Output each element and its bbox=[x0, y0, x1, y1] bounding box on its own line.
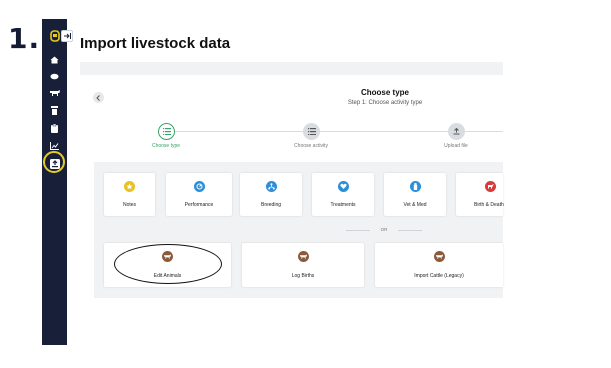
wizard-subtitle: Step 1: Choose activity type bbox=[347, 100, 423, 106]
wizard-title: Choose type bbox=[360, 88, 409, 97]
cattle-icon bbox=[433, 251, 445, 262]
tile-label: Log Births bbox=[291, 273, 315, 279]
step-upload-file[interactable] bbox=[448, 123, 465, 140]
herd-icon[interactable] bbox=[42, 69, 67, 83]
import-highlight-circle bbox=[43, 151, 65, 173]
bin-icon[interactable] bbox=[42, 103, 67, 117]
tile-label: Birth & Death bbox=[474, 202, 504, 208]
step-choose-type[interactable] bbox=[158, 123, 175, 140]
cattle-icon bbox=[297, 251, 309, 262]
bottle-icon bbox=[409, 181, 421, 192]
heart-icon bbox=[337, 181, 349, 192]
cross-icon bbox=[484, 181, 496, 192]
divider-line bbox=[398, 230, 422, 231]
star-icon bbox=[124, 181, 135, 192]
clipboard-icon[interactable] bbox=[42, 121, 67, 135]
page-title: Import livestock data bbox=[80, 35, 231, 52]
divider-line bbox=[346, 230, 370, 231]
step-label: Choose type bbox=[151, 143, 181, 149]
back-button[interactable] bbox=[93, 92, 104, 103]
sidebar-collapse-button[interactable] bbox=[61, 30, 73, 42]
activity-tile-performance[interactable]: Performance bbox=[166, 173, 232, 216]
activity-tile-vet-med[interactable]: Vet & Med bbox=[384, 173, 446, 216]
cattle-icon[interactable] bbox=[42, 86, 67, 100]
list-icon bbox=[162, 128, 171, 135]
tile-label: Treatments bbox=[330, 202, 356, 208]
action-tile-log-births[interactable]: Log Births bbox=[242, 243, 364, 287]
edit-animals-highlight-ellipse bbox=[114, 244, 222, 284]
sidebar bbox=[42, 19, 67, 345]
activity-tile-birth-death[interactable]: Birth & Death bbox=[456, 173, 504, 216]
list-icon bbox=[307, 128, 316, 135]
tree-icon bbox=[265, 181, 277, 192]
tile-label: Performance bbox=[184, 202, 214, 208]
tile-label: Breeding bbox=[260, 202, 281, 208]
chevron-left-icon bbox=[96, 94, 100, 101]
activity-tile-treatments[interactable]: Treatments bbox=[312, 173, 374, 216]
activity-tile-breeding[interactable]: Breeding bbox=[240, 173, 302, 216]
upload-icon bbox=[453, 128, 460, 135]
divider-text: OR bbox=[380, 227, 388, 232]
home-icon[interactable] bbox=[42, 53, 67, 67]
step-number: 1. bbox=[8, 22, 41, 55]
arrow-right-icon bbox=[63, 33, 71, 39]
step-label: Choose activity bbox=[294, 143, 328, 149]
action-tile-import-cattle-legacy[interactable]: Import Cattle (Legacy) bbox=[375, 243, 503, 287]
step-label: Upload file bbox=[444, 143, 468, 149]
activity-tile-notes[interactable]: Notes bbox=[104, 173, 155, 216]
gauge-icon bbox=[193, 181, 205, 192]
tile-label: Vet & Med bbox=[403, 202, 427, 208]
step-choose-activity[interactable] bbox=[303, 123, 320, 140]
tile-label: Import Cattle (Legacy) bbox=[414, 273, 464, 279]
tile-label: Notes bbox=[122, 202, 137, 208]
